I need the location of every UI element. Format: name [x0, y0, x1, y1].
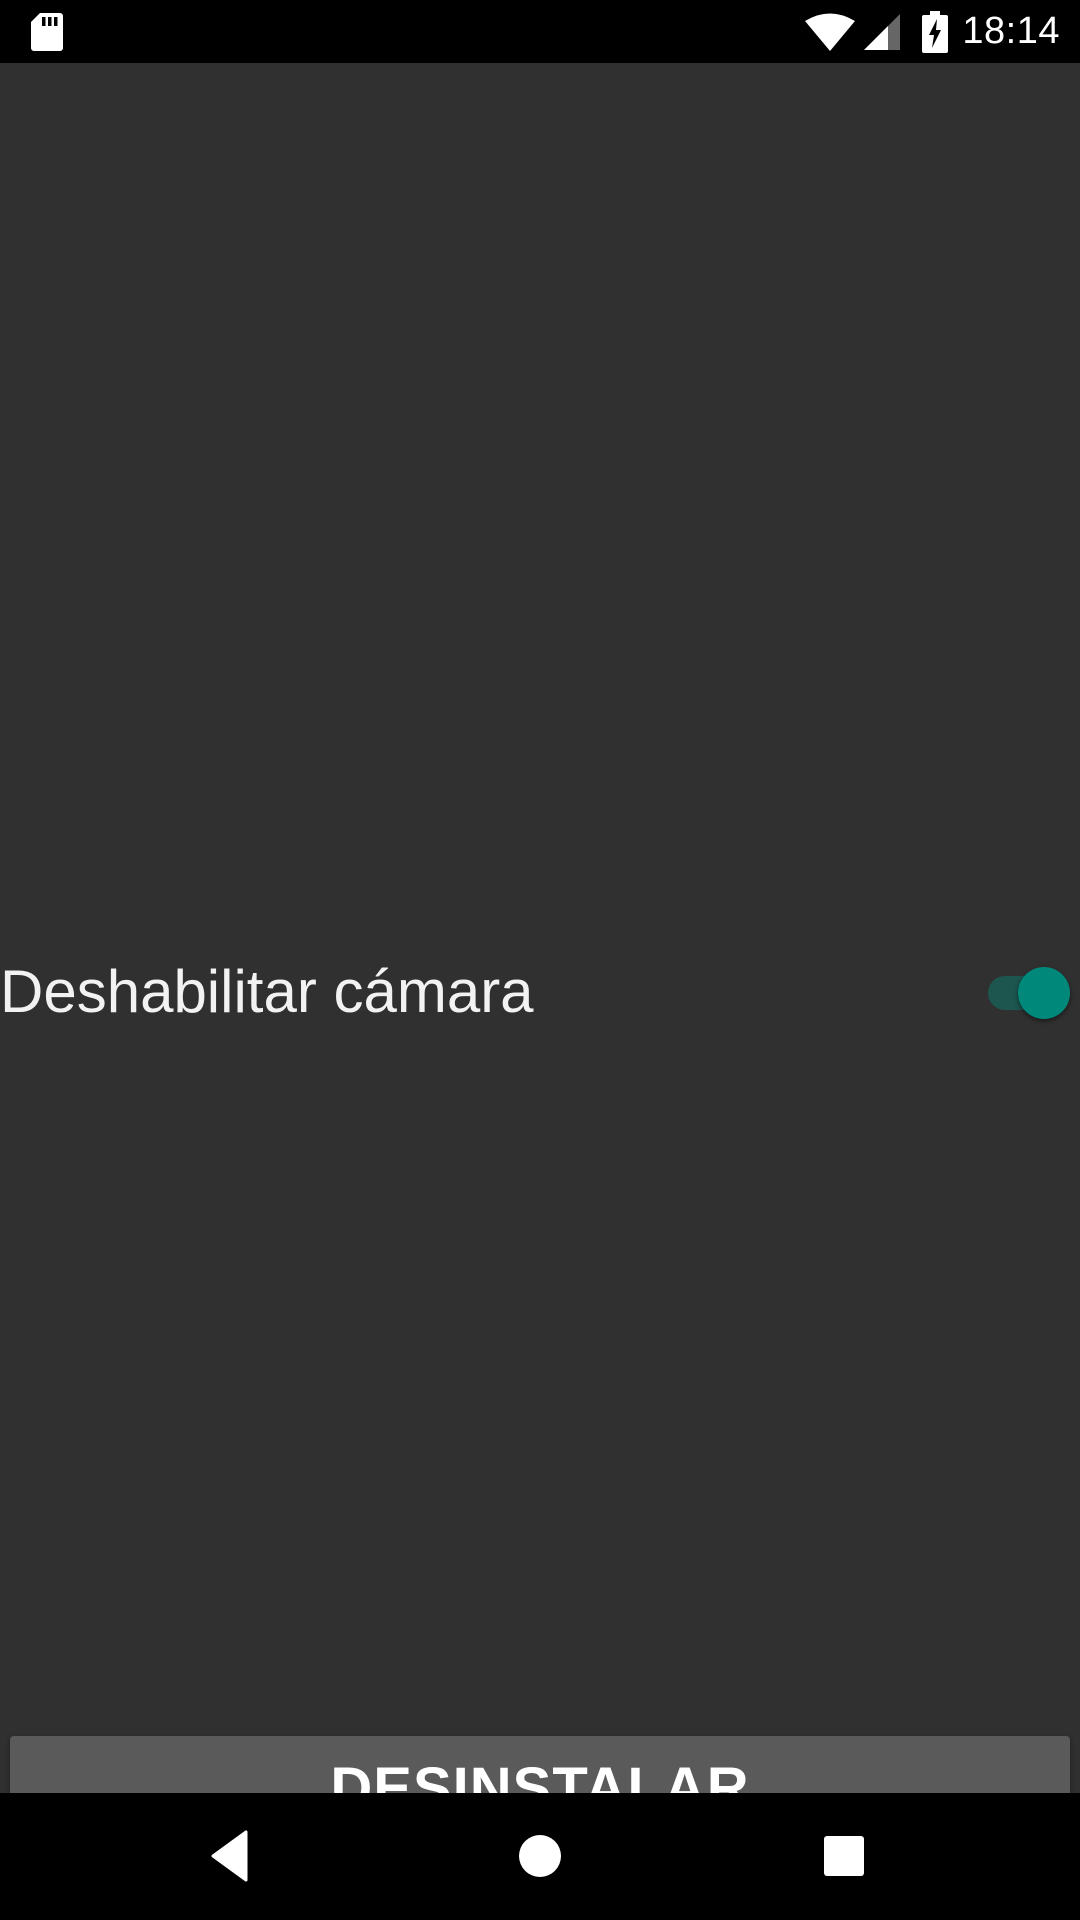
nav-recents-button[interactable] [784, 1793, 904, 1920]
sd-card-icon [31, 13, 63, 51]
nav-back-button[interactable] [176, 1793, 296, 1920]
disable-camera-label: Deshabilitar cámara [0, 958, 534, 1025]
home-icon [519, 1835, 561, 1877]
nav-home-button[interactable] [480, 1793, 600, 1920]
disable-camera-row[interactable]: Deshabilitar cámara [0, 927, 1080, 1057]
status-bar: 18:14 [0, 0, 1080, 63]
navigation-bar [0, 1793, 1080, 1920]
status-icons: 18:14 [804, 0, 1060, 63]
battery-charging-icon [922, 10, 949, 53]
switch-thumb [1018, 967, 1070, 1019]
disable-camera-switch[interactable] [986, 967, 1072, 1019]
wifi-icon [805, 13, 856, 51]
cell-signal-icon [864, 13, 901, 50]
main-content: Deshabilitar cámara DESINSTALAR [0, 63, 1080, 1841]
recents-icon [824, 1836, 864, 1876]
status-clock: 18:14 [962, 10, 1060, 52]
app-screen: 18:14 Deshabilitar cámara DESINSTALAR [0, 0, 1080, 1920]
back-icon [211, 1830, 248, 1882]
